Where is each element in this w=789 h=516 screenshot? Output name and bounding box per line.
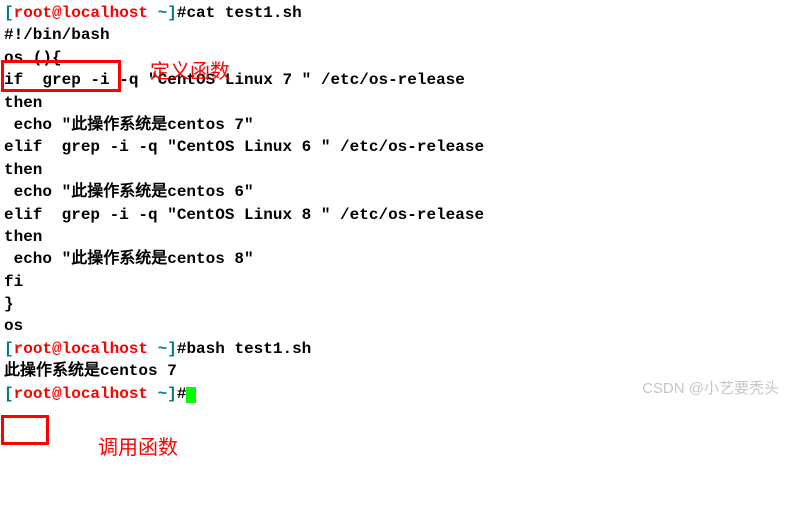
prompt-hash: # [177,4,187,22]
script-then3: then [4,226,785,248]
prompt-bracket-close2: ] [167,340,177,358]
prompt-bracket-open: [ [4,4,14,22]
script-echo3: echo "此操作系统是centos 8" [4,248,785,270]
prompt-bracket-close: ] [167,4,177,22]
script-elif1: elif grep -i -q "CentOS Linux 6 " /etc/o… [4,136,785,158]
highlight-box-fn-call [1,415,49,445]
prompt-bracket-open3: [ [4,385,14,403]
script-if: if grep -i -q "CentOS Linux 7 " /etc/os-… [4,69,785,91]
script-shebang: #!/bin/bash [4,24,785,46]
script-fi: fi [4,271,785,293]
cursor-block [186,387,196,403]
command-bash: bash test1.sh [186,340,311,358]
prompt-line-bash: [root@localhost ~]#bash test1.sh [4,338,785,360]
prompt-hash3: # [177,385,187,403]
prompt-path: ~ [148,4,167,22]
prompt-user2: root@localhost [14,340,148,358]
watermark: CSDN @小艺要秃头 [642,378,779,399]
prompt-path3: ~ [148,385,167,403]
script-call: os [4,315,785,337]
prompt-hash2: # [177,340,187,358]
highlight-box-fn-def [1,60,121,92]
prompt-user3: root@localhost [14,385,148,403]
script-elif2: elif grep -i -q "CentOS Linux 8 " /etc/o… [4,204,785,226]
script-echo2: echo "此操作系统是centos 6" [4,181,785,203]
annotation-define-fn: 定义函数 [150,58,230,86]
terminal-output: [root@localhost ~]#cat test1.sh #!/bin/b… [0,0,789,407]
script-then1: then [4,92,785,114]
prompt-path2: ~ [148,340,167,358]
script-close-brace: } [4,293,785,315]
prompt-bracket-open2: [ [4,340,14,358]
prompt-bracket-close3: ] [167,385,177,403]
command-cat: cat test1.sh [186,4,301,22]
script-then2: then [4,159,785,181]
script-fn-def: os (){ [4,47,785,69]
script-echo1: echo "此操作系统是centos 7" [4,114,785,136]
annotation-call-fn: 调用函数 [98,434,178,462]
prompt-user: root@localhost [14,4,148,22]
prompt-line-cat: [root@localhost ~]#cat test1.sh [4,2,785,24]
